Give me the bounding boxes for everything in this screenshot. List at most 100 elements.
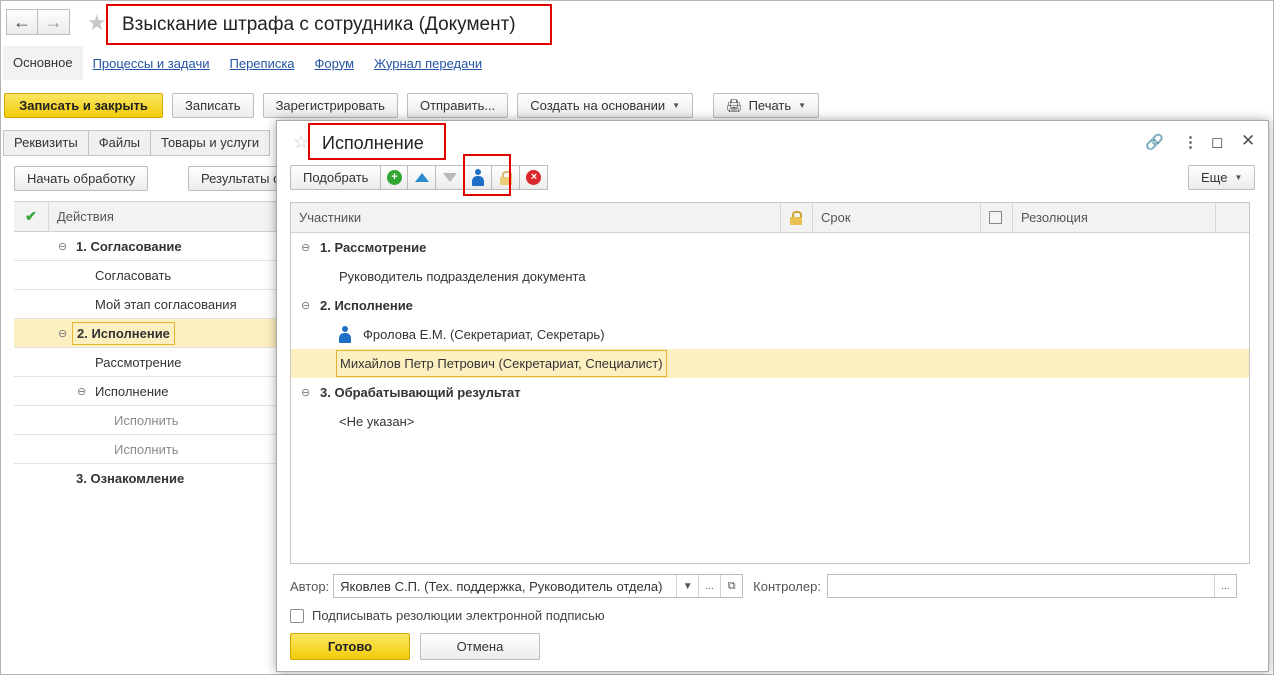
actions-table: ✔ Действия ⊖ 1. Согласование Согласовать…	[14, 201, 279, 493]
section-main[interactable]: Основное	[3, 46, 83, 80]
collapse-icon[interactable]: ⊖	[301, 386, 310, 399]
tab-requisites[interactable]: Реквизиты	[3, 130, 89, 156]
table-row[interactable]: <Не указан>	[291, 407, 1249, 436]
create-based-on-button[interactable]: Создать на основании ▼	[517, 93, 694, 118]
document-tabs: Реквизиты Файлы Товары и услуги	[3, 130, 271, 156]
pick-button[interactable]: Подобрать	[290, 165, 381, 190]
check-icon: ✔	[25, 208, 37, 224]
printer-icon: 🖨	[726, 97, 743, 113]
participants-column-header: Участники	[291, 203, 781, 233]
sign-resolutions-checkbox[interactable]	[290, 608, 304, 623]
tab-goods-services[interactable]: Товары и услуги	[151, 130, 271, 156]
table-row[interactable]: Согласовать	[14, 261, 279, 290]
section-transfer-journal[interactable]: Журнал передачи	[364, 56, 492, 71]
more-button[interactable]: Еще ▼	[1188, 165, 1256, 190]
add-button[interactable]: +	[380, 165, 409, 190]
table-row[interactable]: ⊖ 2. Исполнение	[291, 291, 1249, 320]
table-row[interactable]: Мой этап согласования	[14, 290, 279, 319]
table-row[interactable]: Фролова Е.М. (Секретариат, Секретарь)	[291, 320, 1249, 349]
row-label: Фролова Е.М. (Секретариат, Секретарь)	[363, 327, 605, 342]
tab-files[interactable]: Файлы	[88, 130, 152, 156]
star-icon[interactable]: ★	[87, 10, 107, 36]
resolution-icon	[989, 211, 1002, 224]
collapse-icon[interactable]: ⊖	[301, 299, 310, 312]
row-label: 1. Согласование	[76, 238, 182, 254]
back-button[interactable]: ←	[6, 9, 38, 35]
delete-icon: ×	[526, 170, 542, 185]
link-icon[interactable]: 🔗	[1145, 133, 1164, 151]
section-correspondence[interactable]: Переписка	[220, 56, 305, 71]
execution-dialog: ☆ Исполнение 🔗 ⋮ ◻ ✕ Подобрать + × Еще ▼…	[276, 120, 1269, 672]
person-icon	[338, 326, 352, 343]
save-and-close-button[interactable]: Записать и закрыть	[4, 93, 163, 118]
author-field[interactable]: Яковлев С.П. (Тех. поддержка, Руководите…	[333, 574, 744, 598]
section-forum[interactable]: Форум	[305, 56, 365, 71]
done-button[interactable]: Готово	[290, 633, 410, 660]
row-label: 3. Обрабатывающий результат	[320, 385, 521, 400]
create-based-on-label: Создать на основании	[530, 98, 666, 113]
forward-button[interactable]: →	[38, 9, 70, 35]
controller-field[interactable]: ...	[826, 574, 1237, 598]
document-window: ← → ★ Взыскание штрафа с сотрудника (Док…	[0, 0, 1274, 675]
table-row-selected[interactable]: Михайлов Петр Петрович (Секретариат, Спе…	[291, 349, 1249, 378]
print-label: Печать	[748, 98, 792, 113]
row-label: Исполнить	[114, 441, 179, 457]
more-vertical-icon[interactable]: ⋮	[1183, 133, 1198, 151]
ellipsis-button[interactable]: ...	[698, 575, 720, 597]
row-label: 2. Исполнение	[320, 298, 413, 313]
maximize-icon[interactable]: ◻	[1211, 133, 1223, 151]
results-button[interactable]: Результаты о	[188, 166, 288, 191]
move-down-button[interactable]	[436, 165, 465, 190]
table-row[interactable]: Исполнить	[14, 435, 279, 464]
move-up-icon	[414, 173, 429, 182]
close-icon[interactable]: ✕	[1241, 131, 1255, 151]
send-button[interactable]: Отправить...	[406, 93, 509, 118]
deadline-column-header: Срок	[813, 203, 981, 233]
row-label: Рассмотрение	[95, 354, 182, 370]
resolution-column-header: Резолюция	[1013, 203, 1216, 233]
document-title: Взыскание штрафа с сотрудника (Документ)	[106, 4, 552, 45]
row-label: Согласовать	[95, 267, 172, 283]
table-row[interactable]: Исполнить	[14, 406, 279, 435]
table-row[interactable]: 3. Ознакомление	[14, 464, 279, 493]
open-icon[interactable]: ⧉	[720, 575, 742, 597]
section-panel: Основное Процессы и задачи Переписка Фор…	[1, 46, 492, 80]
collapse-icon[interactable]: ⊖	[77, 385, 86, 398]
highlight-frame	[463, 154, 511, 196]
collapse-icon[interactable]: ⊖	[301, 241, 310, 254]
controller-label: Контролер:	[753, 578, 821, 594]
sign-resolutions-label: Подписывать резолюции электронной подпис…	[312, 608, 605, 623]
dialog-title: Исполнение	[308, 123, 446, 160]
chevron-down-icon: ▼	[672, 101, 681, 110]
start-processing-button[interactable]: Начать обработку	[14, 166, 149, 191]
collapse-icon[interactable]: ⊖	[58, 327, 67, 340]
navigation-buttons: ← →	[6, 9, 70, 35]
section-processes[interactable]: Процессы и задачи	[83, 56, 220, 71]
register-button[interactable]: Зарегистрировать	[262, 93, 398, 118]
chevron-down-icon: ▼	[798, 101, 807, 110]
row-label: Михайлов Петр Петрович (Секретариат, Спе…	[336, 350, 667, 377]
delete-button[interactable]: ×	[520, 165, 549, 190]
print-button[interactable]: 🖨 Печать ▼	[713, 93, 820, 118]
table-row[interactable]: ⊖ 3. Обрабатывающий результат	[291, 378, 1249, 407]
table-row[interactable]: ⊖ Исполнение	[14, 377, 279, 406]
row-label: Мой этап согласования	[95, 296, 237, 312]
table-row[interactable]: Руководитель подразделения документа	[291, 262, 1249, 291]
collapse-icon[interactable]: ⊖	[58, 240, 67, 253]
move-up-button[interactable]	[408, 165, 437, 190]
table-row[interactable]: ⊖ 1. Согласование	[14, 232, 279, 261]
table-row[interactable]: ⊖ 1. Рассмотрение	[291, 233, 1249, 262]
lock-column-header	[781, 203, 813, 233]
participants-table-header: Участники Срок Резолюция	[291, 203, 1249, 233]
table-row[interactable]: Рассмотрение	[14, 348, 279, 377]
star-icon[interactable]: ☆	[293, 132, 309, 153]
save-button[interactable]: Записать	[172, 93, 254, 118]
table-row-selected[interactable]: ⊖ 2. Исполнение	[14, 319, 279, 348]
participants-table: Участники Срок Резолюция ⊖ 1. Рассмотрен…	[290, 202, 1250, 564]
ellipsis-button[interactable]: ...	[1213, 575, 1236, 597]
cancel-button[interactable]: Отмена	[420, 633, 540, 660]
chevron-down-icon: ▼	[1234, 173, 1243, 182]
chevron-down-icon[interactable]: ▼	[676, 575, 698, 597]
back-arrow-icon: ←	[13, 11, 31, 32]
actions-table-header: ✔ Действия	[14, 201, 279, 232]
